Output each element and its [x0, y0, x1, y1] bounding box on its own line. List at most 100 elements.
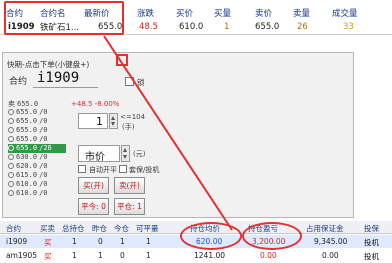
depth-qty: /0	[39, 162, 48, 170]
price-level-icon	[8, 145, 14, 151]
lock-checkbox[interactable]	[125, 77, 134, 86]
depth-row[interactable]: 610.0/0	[8, 180, 66, 189]
quote-change: 48.5	[139, 22, 158, 32]
quote-ask: 655.0	[255, 22, 280, 32]
pos-header-contract[interactable]: 合约	[6, 223, 21, 234]
pos-yday: 0	[98, 237, 103, 246]
pos-avg: 1241.00	[194, 251, 226, 260]
table-row[interactable]: am1905 买 1 1 0 1 1241.00 0.00 0.00 投机	[0, 249, 392, 262]
pos-yday: 1	[98, 251, 103, 260]
depth-qty: /0	[39, 180, 48, 188]
depth-row[interactable]: 655.0/0	[8, 135, 66, 144]
depth-qty: /26	[39, 144, 52, 152]
pos-total: 1	[72, 237, 77, 246]
price-level-icon	[8, 154, 14, 160]
price-level-icon	[8, 136, 14, 142]
depth-price: 615.0	[16, 171, 38, 179]
depth-price: 655.0	[16, 135, 38, 143]
hedge-label: 套保/投机	[129, 166, 160, 174]
annotation-ellipse-pnl	[242, 222, 302, 250]
quote-bid: 610.0	[179, 22, 204, 32]
depth-row[interactable]: 655.0/0	[8, 117, 66, 126]
depth-qty: /0	[39, 135, 48, 143]
pos-contract: am1905	[6, 251, 37, 260]
pos-side: 买	[44, 238, 52, 247]
close-today-button[interactable]: 平今: 0	[78, 198, 109, 215]
pos-side: 买	[44, 252, 52, 261]
header-bid[interactable]: 买价	[176, 7, 193, 19]
pos-hedge: 投机	[364, 252, 379, 261]
depth-row[interactable]: 655.0/0	[8, 108, 66, 117]
header-change[interactable]: 涨跌	[137, 7, 154, 19]
quick-order-panel: 快期-点击下单(小键盘+) 合约 i1909 锁 +48.5 -8.00% 卖6…	[2, 52, 354, 218]
depth-row[interactable]: 655.0/0	[8, 126, 66, 135]
price-level-icon	[8, 172, 14, 178]
depth-price: 610.0	[16, 189, 38, 197]
depth-row[interactable]: 630.0/0	[8, 153, 66, 162]
depth-row[interactable]: 610.0/0	[8, 189, 66, 198]
chevron-up-icon[interactable]	[123, 148, 127, 152]
price-level-icon	[8, 181, 14, 187]
quantity-stepper[interactable]	[109, 113, 118, 129]
chevron-down-icon[interactable]	[111, 122, 115, 126]
hedge-checkbox[interactable]	[119, 165, 127, 173]
pos-margin: 0.00	[322, 251, 339, 260]
depth-qty: /0	[39, 108, 48, 116]
buy-open-button[interactable]: 买(开)	[78, 177, 109, 194]
chevron-down-icon[interactable]	[123, 155, 127, 159]
depth-row[interactable]: 655.0/26	[8, 144, 66, 153]
depth-price: 655.0	[16, 117, 38, 125]
pos-header-today[interactable]: 今仓	[114, 223, 129, 234]
pos-header-margin[interactable]: 占用保证金	[306, 223, 344, 234]
pos-header-hedge[interactable]: 投保	[364, 223, 379, 234]
depth-row[interactable]: 615.0/0	[8, 171, 66, 180]
close-position-button[interactable]: 平仓: 1	[114, 198, 145, 215]
quote-ask-vol: 26	[297, 22, 308, 32]
quantity-value: 1	[96, 115, 103, 128]
depth-qty: /0	[39, 153, 48, 161]
depth-side-label: 卖	[8, 100, 15, 108]
lock-label: 锁	[137, 78, 145, 87]
price-level-icon	[8, 163, 14, 169]
contract-input[interactable]: i1909	[37, 70, 79, 86]
pos-header-side[interactable]: 买卖	[40, 223, 55, 234]
header-volume[interactable]: 成交量	[332, 7, 358, 19]
pos-avail: 1	[146, 251, 151, 260]
depth-row[interactable]: 620.0/0	[8, 162, 66, 171]
pos-header-yday[interactable]: 昨仓	[92, 223, 107, 234]
pos-pnl: 0.00	[260, 251, 277, 260]
header-ask[interactable]: 卖价	[255, 7, 272, 19]
price-value: 市价	[85, 152, 105, 163]
contract-label: 合约	[9, 77, 28, 87]
pos-header-avail[interactable]: 可平量	[136, 223, 159, 234]
price-stepper[interactable]	[121, 145, 130, 162]
auto-open-close-checkbox[interactable]	[78, 165, 86, 173]
quantity-unit: (手)	[122, 123, 135, 131]
annotation-box-lock	[116, 54, 128, 66]
pos-today: 1	[120, 237, 125, 246]
depth-qty: /0	[39, 126, 48, 134]
price-level-icon	[8, 118, 14, 124]
depth-row[interactable]: 卖 655.0	[8, 99, 66, 108]
pos-contract: i1909	[6, 237, 28, 246]
contract-input-underline	[33, 87, 98, 88]
header-ask-vol[interactable]: 卖量	[293, 7, 310, 19]
annotation-box-quote	[4, 1, 124, 35]
pos-margin: 9,345.00	[314, 237, 348, 246]
depth-qty: /0	[39, 117, 48, 125]
pos-header-total[interactable]: 总持仓	[62, 223, 85, 234]
price-level-icon	[8, 190, 14, 196]
depth-price: 655.0	[16, 144, 38, 152]
price-level-icon	[8, 109, 14, 115]
panel-title: 快期-点击下单(小键盘+)	[7, 60, 90, 69]
depth-price: 655.0	[16, 108, 38, 116]
header-bid-vol[interactable]: 买量	[214, 7, 231, 19]
depth-qty: /0	[39, 171, 48, 179]
chevron-up-icon[interactable]	[111, 116, 115, 120]
quantity-input[interactable]: 1	[78, 113, 108, 129]
price-unit: (元)	[133, 150, 146, 158]
auto-open-close-label: 自动开平	[89, 166, 117, 174]
sell-open-button[interactable]: 卖(开)	[114, 177, 145, 194]
pos-avail: 1	[146, 237, 151, 246]
price-input[interactable]: 市价	[78, 145, 120, 163]
